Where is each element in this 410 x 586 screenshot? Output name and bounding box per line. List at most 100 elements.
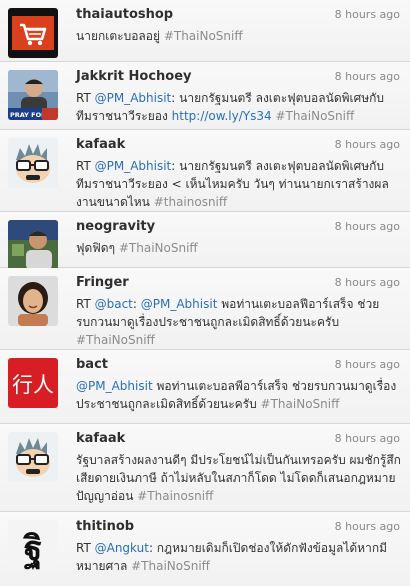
username[interactable]: kafaak — [76, 137, 125, 152]
avatar[interactable] — [8, 432, 58, 482]
tweet-timeline: thaiautoshop 8 hours ago นายกเตะบอลอยู่ … — [0, 0, 410, 586]
shopping-cart-icon — [8, 8, 58, 58]
hashtag-link[interactable]: #ThaiNoSniff — [164, 29, 243, 43]
tweet[interactable]: thaiautoshop 8 hours ago นายกเตะบอลอยู่ … — [0, 0, 410, 62]
timestamp[interactable]: 8 hours ago — [335, 138, 400, 151]
kanji-logo-icon: 行人 — [8, 358, 58, 408]
timestamp[interactable]: 8 hours ago — [335, 520, 400, 533]
tweet-text: รัฐบาลสร้างผลงานดีๆ มีประโยชน์ไม่เป็นกัน… — [76, 451, 402, 505]
tweet[interactable]: kafaak 8 hours ago RT @PM_Abhisit: นายกร… — [0, 130, 410, 212]
tweet-text-line: ทีมราชนาวีระยอง http://ow.ly/Ys34 #ThaiN… — [76, 107, 402, 125]
timestamp[interactable]: 8 hours ago — [335, 70, 400, 83]
tweet-text-line: นายกเตะบอลอยู่ #ThaiNoSniff — [76, 27, 402, 45]
tweet[interactable]: ฐิ thitinob 8 hours ago RT @Angkut: กฎหม… — [0, 512, 410, 586]
tweet[interactable]: 行人 bact 8 hours ago @PM_Abhisit พอท่านเต… — [0, 350, 410, 424]
tweet-text-segment: RT — [76, 297, 95, 311]
thai-letter-logo-icon: ฐิ — [8, 520, 58, 570]
tweet[interactable]: Fringer 8 hours ago RT @bact: @PM_Abhisi… — [0, 268, 410, 350]
tweet-text-segment: รัฐบาลสร้างผลงานดีๆ มีประโยชน์ไม่เป็นกัน… — [76, 453, 401, 467]
tweet-text-line: RT @PM_Abhisit: นายกรัฐมนตรี ลงเตะฟุตบอล… — [76, 89, 402, 107]
mention-link[interactable]: @PM_Abhisit — [141, 297, 218, 311]
username[interactable]: thitinob — [76, 519, 134, 534]
tweet-text: RT @bact: @PM_Abhisit พอท่านเตะบอลฟีอาร์… — [76, 295, 402, 349]
tweet-text-segment: นายกเตะบอลอยู่ — [76, 29, 164, 43]
tweet-text-segment: งานขนาดไหน — [76, 195, 154, 209]
tweet[interactable]: neogravity 8 hours ago ฟุดฟิดๆ #ThaiNoSn… — [0, 212, 410, 270]
profile-photo-icon — [8, 220, 58, 270]
timestamp[interactable]: 8 hours ago — [335, 220, 400, 233]
avatar[interactable]: ฐิ — [8, 520, 58, 570]
tweet-text-segment: ทีมราชนาวีระยอง < เห็นไหมครับ วันๆ ท่านน… — [76, 177, 389, 191]
avatar[interactable] — [8, 276, 58, 326]
tweet-text-line: งานขนาดไหน #thainosniff — [76, 193, 402, 211]
tweet-text-line: เสียดายเงินภาษี ถ้าไม่หลับในสภาก็โดด ไม่… — [76, 469, 402, 487]
tweet-text-segment: : — [132, 297, 141, 311]
username[interactable]: Jakkrit Hochoey — [76, 69, 192, 84]
avatar[interactable]: 行人 — [8, 358, 58, 408]
username[interactable]: Fringer — [76, 275, 129, 290]
username[interactable]: thaiautoshop — [76, 7, 173, 22]
mention-link[interactable]: @Angkut — [95, 541, 149, 555]
timestamp[interactable]: 8 hours ago — [335, 276, 400, 289]
tweet-text-line: ปัญญาอ่อน #Thainosniff — [76, 487, 402, 505]
tweet-text-line: ฟุดฟิดๆ #ThaiNoSniff — [76, 239, 402, 257]
avatar[interactable] — [8, 8, 58, 58]
timestamp[interactable]: 8 hours ago — [335, 432, 400, 445]
tweet-text-segment: : นายกรัฐมนตรี ลงเตะฟุตบอลนัดพิเศษกับ — [171, 91, 385, 105]
tweet-text: ฟุดฟิดๆ #ThaiNoSniff — [76, 239, 402, 257]
tweet-text-segment: พอท่านเตะบอลฟีอาร์เสร็จ ช่วย — [217, 297, 380, 311]
hashtag-link[interactable]: #Thainosniff — [137, 489, 213, 503]
tweet-text: RT @Angkut: กฎหมายเดิมก็เปิดช่องให้ดักฟั… — [76, 539, 402, 575]
tweet-text-segment: ประชาชนถูกละเมิดสิทธิ์ด้วยนะครับ — [76, 397, 261, 411]
tweet-text-segment: RT — [76, 159, 95, 173]
hashtag-link[interactable]: #ThaiNoSniff — [261, 397, 340, 411]
tweet-text-line: หมายศาล #ThaiNoSniff — [76, 557, 402, 575]
mention-link[interactable]: @PM_Abhisit — [95, 159, 172, 173]
tweet-text-segment: ทีมราชนาวีระยอง — [76, 109, 172, 123]
tweet-text-line: รัฐบาลสร้างผลงานดีๆ มีประโยชน์ไม่เป็นกัน… — [76, 451, 402, 469]
tweet-text-line: ประชาชนถูกละเมิดสิทธิ์ด้วยนะครับ #ThaiNo… — [76, 395, 402, 413]
tweet-text: RT @PM_Abhisit: นายกรัฐมนตรี ลงเตะฟุตบอล… — [76, 157, 402, 211]
username[interactable]: neogravity — [76, 219, 155, 234]
avatar[interactable] — [8, 138, 58, 188]
tweet-text-segment: ปัญญาอ่อน — [76, 489, 138, 503]
tweet-text-line: RT @Angkut: กฎหมายเดิมก็เปิดช่องให้ดักฟั… — [76, 539, 402, 557]
timestamp[interactable]: 8 hours ago — [335, 8, 400, 21]
tweet-text: นายกเตะบอลอยู่ #ThaiNoSniff — [76, 27, 402, 45]
tweet-text-line: ทีมราชนาวีระยอง < เห็นไหมครับ วันๆ ท่านน… — [76, 175, 402, 193]
tweet-text-line: #ThaiNoSniff — [76, 331, 402, 349]
tweet-text-segment: ฟุดฟิดๆ — [76, 241, 119, 255]
hashtag-link[interactable]: #thainosniff — [154, 195, 227, 209]
username[interactable]: bact — [76, 357, 108, 372]
tweet-text-segment: พอท่านเตะบอลพีอาร์เสร็จ ช่วยรบกวนมาดูเรื… — [152, 379, 397, 393]
hashtag-link[interactable]: #ThaiNoSniff — [119, 241, 198, 255]
profile-photo-icon: PRAY FOR — [8, 70, 58, 120]
tweet-text-segment: : กฎหมายเดิมก็เปิดช่องให้ดักฟังข้อมูลได้… — [148, 541, 388, 555]
tweet-text: RT @PM_Abhisit: นายกรัฐมนตรี ลงเตะฟุตบอล… — [76, 89, 402, 125]
tweet-text-line: @PM_Abhisit พอท่านเตะบอลพีอาร์เสร็จ ช่วย… — [76, 377, 402, 395]
avatar[interactable] — [8, 220, 58, 270]
mention-link[interactable]: @PM_Abhisit — [76, 379, 153, 393]
avatar[interactable]: PRAY FOR — [8, 70, 58, 120]
url-link[interactable]: http://ow.ly/Ys34 — [172, 109, 272, 123]
tweet-text-segment: : นายกรัฐมนตรี ลงเตะฟุตบอลนัดพิเศษกับ — [171, 159, 385, 173]
svg-text:ฐิ: ฐิ — [22, 529, 42, 570]
tweet-text: @PM_Abhisit พอท่านเตะบอลพีอาร์เสร็จ ช่วย… — [76, 377, 402, 413]
hashtag-link[interactable]: #ThaiNoSniff — [275, 109, 354, 123]
hashtag-link[interactable]: #ThaiNoSniff — [131, 559, 210, 573]
tweet-text-segment: เสียดายเงินภาษี ถ้าไม่หลับในสภาก็โดด ไม่… — [76, 471, 396, 485]
mention-link[interactable]: @PM_Abhisit — [95, 91, 172, 105]
glasses-cartoon-icon — [8, 432, 58, 482]
hashtag-link[interactable]: #ThaiNoSniff — [76, 333, 155, 347]
tweet-text-line: รบกวนมาดูเรื่องประชาชนถูกละเมิดสิทธิ์ด้ว… — [76, 313, 402, 331]
timestamp[interactable]: 8 hours ago — [335, 358, 400, 371]
mention-link[interactable]: @bact — [95, 297, 133, 311]
svg-text:PRAY FOR: PRAY FOR — [10, 111, 46, 119]
profile-photo-icon — [8, 276, 58, 326]
tweet-text-segment: RT — [76, 541, 95, 555]
glasses-cartoon-icon — [8, 138, 58, 188]
tweet[interactable]: PRAY FOR Jakkrit Hochoey 8 hours ago RT … — [0, 62, 410, 130]
tweet-text-segment: หมายศาล — [76, 559, 132, 573]
tweet[interactable]: kafaak 8 hours ago รัฐบาลสร้างผลงานดีๆ ม… — [0, 424, 410, 512]
username[interactable]: kafaak — [76, 431, 125, 446]
